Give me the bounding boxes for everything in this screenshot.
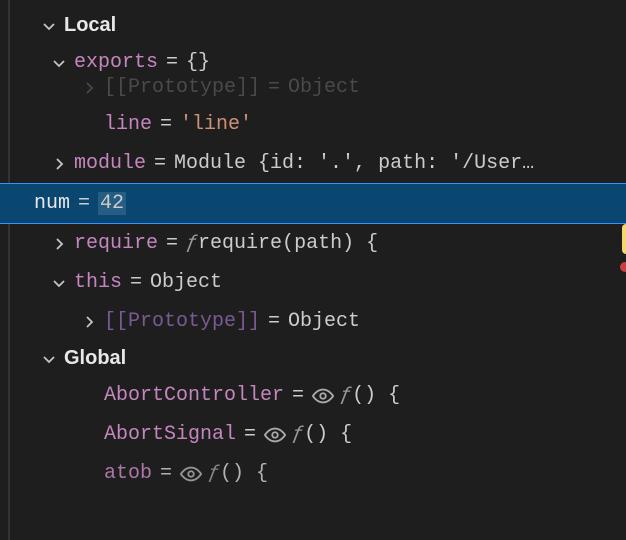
equals-sign: = [268,310,280,333]
variable-name: exports [74,51,158,74]
equals-sign: = [160,462,172,485]
variable-name: module [74,152,146,175]
variable-name: [[Prototype]] [104,76,260,99]
scope-label: Global [64,347,126,370]
variable-name: this [74,271,122,294]
variable-name: AbortController [104,384,284,407]
chevron-down-icon [40,17,58,35]
scope-header-local[interactable]: Local [10,8,626,43]
chevron-right-icon [80,313,98,331]
variable-row-selected[interactable]: num = 42 [0,183,626,224]
equals-sign: = [268,76,280,99]
chevron-right-icon [50,235,68,253]
variable-value: Object [150,271,222,294]
equals-sign: = [160,113,172,136]
variable-row-ghost: [[Prototype]] = Object [10,76,626,105]
eye-icon [264,424,286,446]
variable-name: atob [104,462,152,485]
variable-name: num [34,192,70,215]
variable-name: AbortSignal [104,423,236,446]
chevron-right-icon [80,79,98,97]
variable-row[interactable]: module = Module {id: '.', path: '/User… [10,144,626,183]
eye-icon [312,385,334,407]
variable-value: () { [304,423,352,446]
variable-value: () { [352,384,400,407]
variables-panel: Local exports = {} [[Prototype]] = Objec… [8,0,626,540]
gutter-dot [620,262,626,272]
variable-value: 42 [98,192,126,215]
variable-value: () { [220,462,268,485]
variable-row[interactable]: [[Prototype]] = Object [10,302,626,341]
equals-sign: = [78,192,90,215]
variable-value: Module {id: '.', path: '/User… [174,152,534,175]
equals-sign: = [130,271,142,294]
function-f-glyph: ƒ [208,462,220,485]
function-f-glyph: ƒ [292,423,304,446]
chevron-down-icon [40,350,58,368]
variable-row[interactable]: AbortController = ƒ () { [10,376,626,415]
eye-icon [180,463,202,485]
variable-name: [[Prototype]] [104,310,260,333]
equals-sign: = [166,232,178,255]
chevron-right-icon [50,155,68,173]
variable-value: 'line' [180,113,252,136]
variable-value: Object [288,310,360,333]
gutter-marker [622,224,626,254]
equals-sign: = [244,423,256,446]
variable-name: line [104,113,152,136]
function-f-glyph: ƒ [340,384,352,407]
equals-sign: = [292,384,304,407]
chevron-down-icon [50,54,68,72]
variable-row[interactable]: this = Object [10,263,626,302]
variable-value: require(path) { [198,232,378,255]
variable-row[interactable]: line = 'line' [10,105,626,144]
function-f-glyph: ƒ [186,232,198,255]
variable-name: require [74,232,158,255]
scope-label: Local [64,14,116,37]
equals-sign: = [154,152,166,175]
variable-value: {} [186,51,210,74]
chevron-down-icon [50,274,68,292]
variable-value: Object [288,76,360,99]
scope-header-global[interactable]: Global [10,341,626,376]
variable-row[interactable]: atob = ƒ () { [10,454,626,493]
variable-row[interactable]: require = ƒ require(path) { [10,224,626,263]
variable-row[interactable]: AbortSignal = ƒ () { [10,415,626,454]
equals-sign: = [166,51,178,74]
